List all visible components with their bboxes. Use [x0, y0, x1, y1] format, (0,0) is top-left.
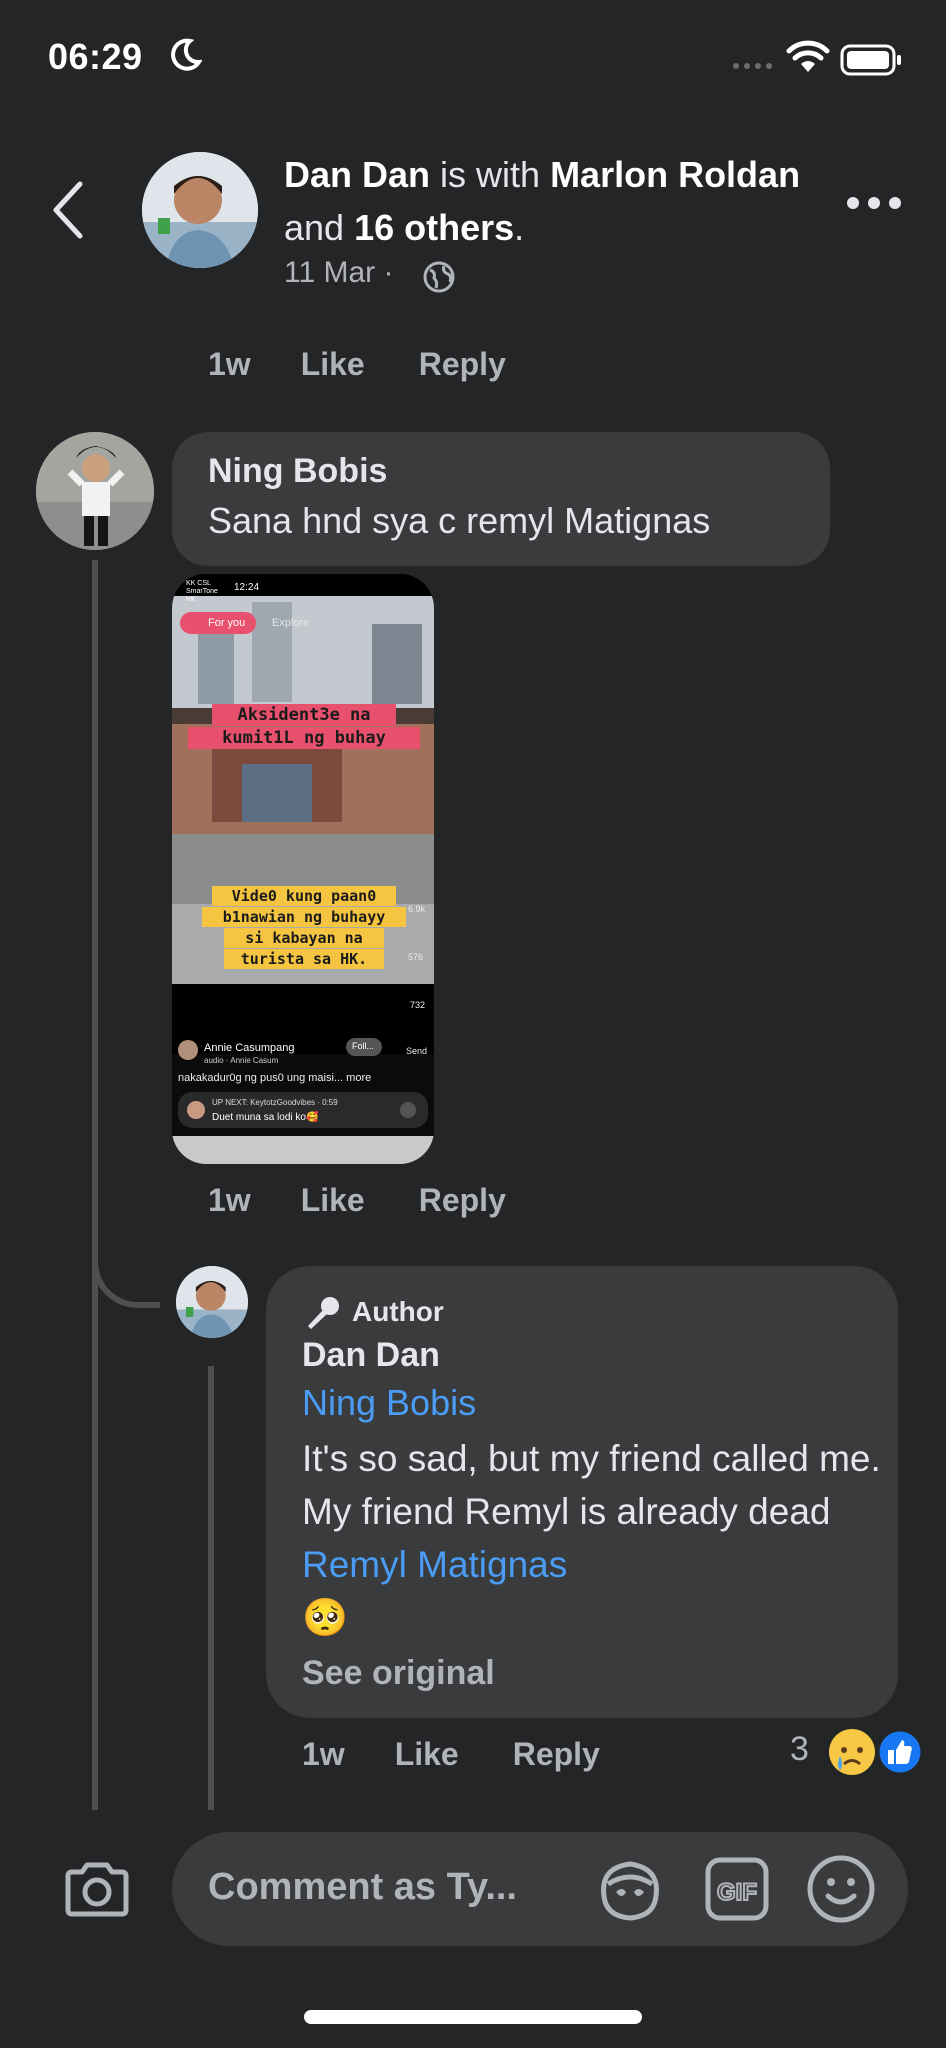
pleading-emoji: 🥺	[302, 1597, 349, 1638]
reply-actions: 1w Like Reply	[302, 1736, 654, 1773]
mention-link[interactable]: Ning Bobis	[302, 1382, 476, 1424]
microphone-icon	[308, 1297, 339, 1329]
like-button[interactable]: Like	[301, 1182, 365, 1219]
globe-icon	[423, 261, 455, 293]
reply-button[interactable]: Reply	[419, 346, 506, 383]
wifi-icon	[786, 40, 830, 72]
author-name-link[interactable]: Dan Dan	[284, 154, 430, 195]
reply-button[interactable]: Reply	[513, 1736, 600, 1773]
signal-icon	[733, 63, 772, 69]
sad-reaction-icon	[829, 1729, 875, 1775]
gif-icon[interactable]: GIF	[704, 1856, 770, 1922]
like-button[interactable]: Like	[395, 1736, 459, 1773]
comment-age: 1w	[208, 346, 251, 382]
author-avatar[interactable]	[142, 152, 258, 268]
battery-icon	[840, 44, 901, 76]
comment-actions: 1w Like Reply	[208, 346, 560, 383]
comment-actions: 1w Like Reply	[208, 1182, 560, 1219]
home-indicator[interactable]	[304, 2010, 642, 2024]
comment-image[interactable]: KK CSL SmarTone HK 12:24 For you Explore…	[172, 574, 434, 1164]
reply-author-name[interactable]: Dan Dan	[302, 1336, 440, 1375]
reply-author-avatar[interactable]	[176, 1266, 248, 1338]
mention-link[interactable]: Remyl Matignas	[302, 1544, 567, 1585]
avatar-sticker-icon[interactable]	[594, 1856, 666, 1922]
post-date: 11 Mar ·	[284, 256, 394, 289]
comment-text: Sana hnd sya c remyl Matignas	[208, 500, 711, 541]
commenter-avatar[interactable]	[36, 432, 154, 550]
post-header-title: Dan Dan is with Marlon Roldan and 16 oth…	[284, 154, 801, 248]
comment-age: 1w	[208, 1182, 251, 1218]
see-original-link[interactable]: See original	[302, 1654, 495, 1693]
svg-text:GIF: GIF	[717, 1879, 757, 1906]
like-reaction-icon	[876, 1728, 924, 1776]
reply-button[interactable]: Reply	[419, 1182, 506, 1219]
reply-thread-line	[208, 1366, 214, 1810]
reply-age: 1w	[302, 1736, 345, 1772]
more-icon[interactable]	[846, 196, 902, 210]
status-time: 06:29	[48, 36, 143, 77]
others-link[interactable]: 16 others	[354, 207, 514, 248]
reaction-count[interactable]: 3	[790, 1730, 809, 1769]
reply-text: It's so sad, but my friend called me. My…	[302, 1438, 881, 1638]
emoji-icon[interactable]	[806, 1854, 876, 1924]
thread-line	[92, 560, 98, 1810]
back-icon[interactable]	[50, 180, 86, 240]
tagged-person-link[interactable]: Marlon Roldan	[550, 154, 800, 195]
author-badge: Author	[352, 1296, 444, 1327]
like-button[interactable]: Like	[301, 346, 365, 383]
commenter-name[interactable]: Ning Bobis	[208, 452, 387, 491]
thread-connector	[92, 1190, 160, 1308]
camera-icon[interactable]	[62, 1860, 132, 1918]
moon-icon	[171, 38, 202, 71]
comment-placeholder[interactable]: Comment as Ty...	[208, 1866, 517, 1909]
